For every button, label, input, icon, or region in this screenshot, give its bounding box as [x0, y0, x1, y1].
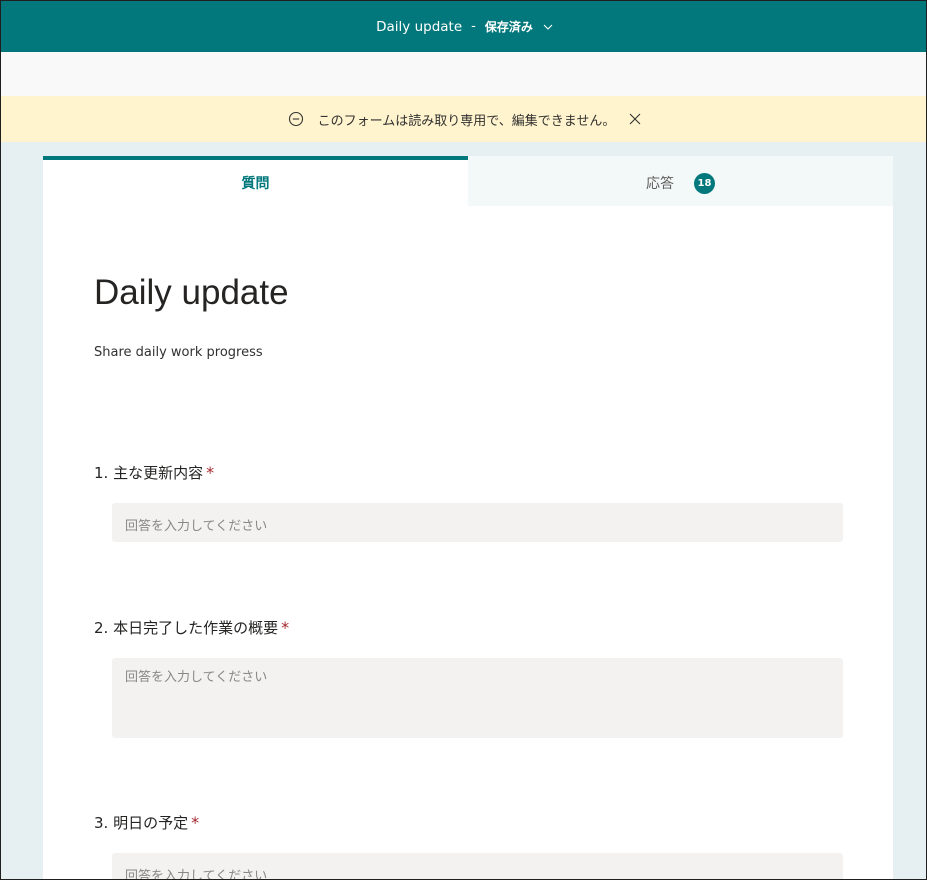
form-name[interactable]: Daily update [376, 19, 462, 35]
minus-circle-icon [288, 111, 303, 127]
tab-questions-label: 質問 [241, 176, 270, 192]
answer-input-3[interactable]: 回答を入力してください [112, 853, 843, 879]
answer-textarea-2[interactable]: 回答を入力してください [112, 658, 843, 738]
view-tabs: 質問 応答 18 [43, 156, 893, 206]
response-count-badge: 18 [694, 172, 715, 194]
title-separator: - [471, 19, 476, 34]
tab-questions[interactable]: 質問 [43, 156, 468, 206]
notice-text: このフォームは読み取り専用で、編集できません。 [317, 113, 616, 129]
read-only-notice: このフォームは読み取り専用で、編集できません。 [1, 96, 926, 142]
answer-input-1[interactable]: 回答を入力してください [112, 503, 843, 542]
required-mark: * [206, 463, 215, 482]
top-bar: Daily update - 保存済み [1, 1, 926, 52]
save-status[interactable]: 保存済み [485, 18, 533, 35]
form-description: Share daily work progress [94, 345, 263, 360]
required-mark: * [191, 813, 200, 832]
question-label: 1. 主な更新内容 [94, 464, 204, 482]
chevron-down-icon[interactable] [543, 22, 553, 32]
tab-responses-label: 応答 [646, 176, 674, 192]
question-3: 3. 明日の予定 * [94, 812, 199, 833]
form-card: 質問 応答 18 Daily update Share daily work p… [43, 156, 893, 879]
command-bar [1, 52, 926, 96]
form-title: Daily update [94, 273, 289, 312]
required-mark: * [281, 618, 290, 637]
question-2: 2. 本日完了した作業の概要 * [94, 617, 289, 638]
question-1: 1. 主な更新内容 * [94, 462, 214, 483]
tab-responses[interactable]: 応答 18 [468, 156, 893, 206]
close-icon[interactable] [629, 113, 641, 125]
question-label: 2. 本日完了した作業の概要 [94, 619, 279, 637]
app-window: Daily update - 保存済み このフォームは読み取り専用で、編集できま… [0, 0, 927, 880]
question-label: 3. 明日の予定 [94, 814, 189, 832]
form-header: Daily update Share daily work progress [43, 273, 893, 360]
